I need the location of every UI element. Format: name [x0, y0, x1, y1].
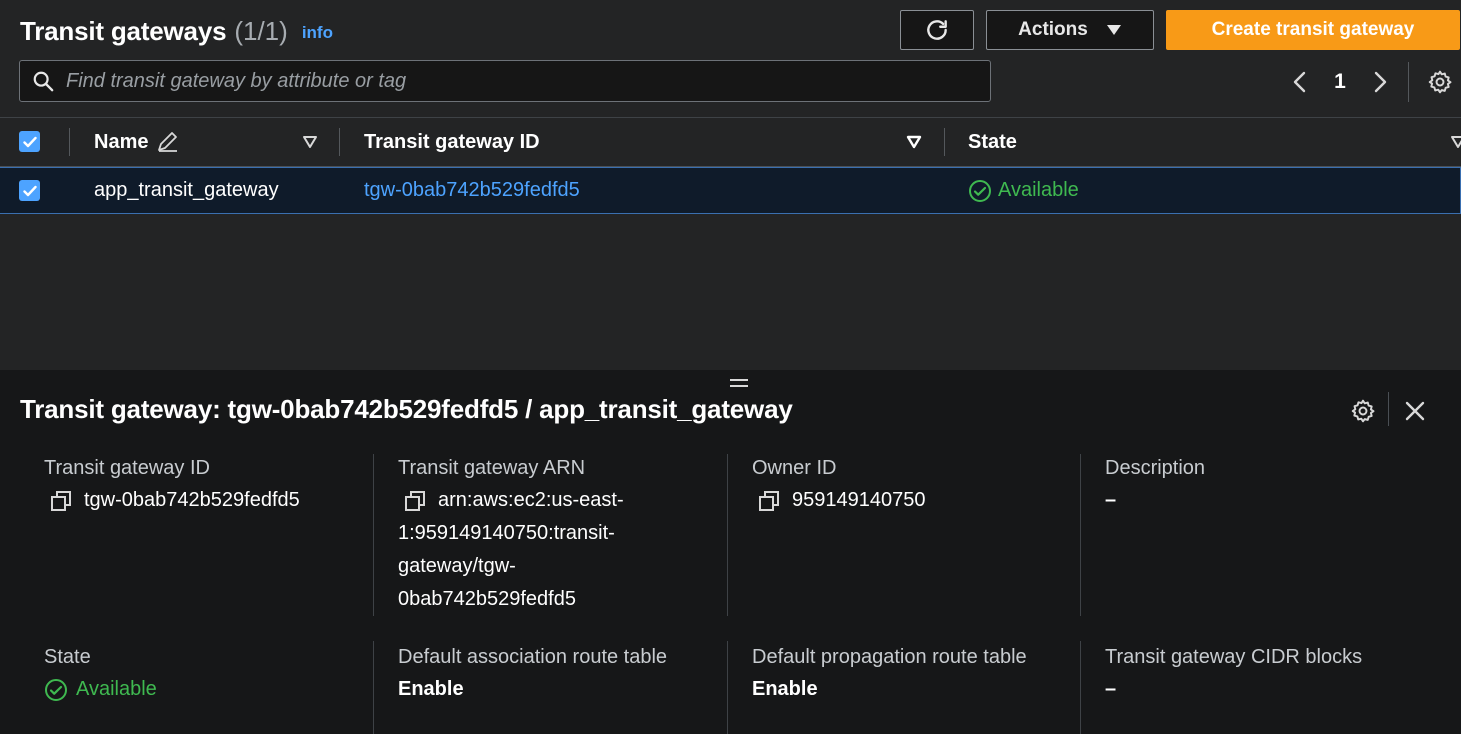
- edit-pencil-icon: [158, 132, 178, 152]
- row-name-cell: app_transit_gateway: [94, 179, 279, 201]
- search-icon: [33, 71, 54, 92]
- details-panel: Transit gateway: tgw-0bab742b529fedfd5 /…: [0, 370, 1461, 734]
- field-value: arn:aws:ec2:us-east- 1:959149140750:tran…: [398, 484, 728, 616]
- column-divider: [339, 128, 340, 156]
- check-circle-icon: [969, 179, 991, 202]
- field-value: tgw-0bab742b529fedfd5: [44, 484, 374, 517]
- field-label: Description: [1105, 457, 1206, 479]
- item-count: (1/1): [234, 15, 288, 46]
- field-label: Transit gateway ARN: [398, 457, 586, 479]
- cidr-blocks-value: –: [1105, 678, 1117, 700]
- table-header: Name Transit gateway ID State: [0, 117, 1461, 167]
- field-value: 959149140750: [752, 484, 1082, 517]
- pagination-divider: [1408, 62, 1409, 102]
- checkmark-icon: [22, 185, 37, 196]
- next-page-button[interactable]: [1364, 63, 1398, 101]
- resize-handle[interactable]: [730, 379, 748, 389]
- column-divider: [69, 128, 70, 156]
- page-header: Transit gateways (1/1) info: [20, 14, 333, 48]
- arn-line-3: gateway/tgw-: [398, 555, 516, 577]
- refresh-icon: [927, 20, 947, 40]
- field-description: Description –: [1105, 455, 1435, 517]
- chevron-left-icon: [1293, 71, 1306, 93]
- field-value: Available: [44, 673, 374, 706]
- details-preferences-button[interactable]: [1348, 396, 1378, 426]
- sort-down-icon[interactable]: [302, 134, 318, 150]
- field-transit-gateway-arn: Transit gateway ARN arn:aws:ec2:us-east-…: [398, 455, 728, 616]
- actions-dropdown[interactable]: Actions: [986, 10, 1154, 50]
- field-label: State: [44, 646, 91, 668]
- row-state-cell: Available: [968, 168, 1079, 213]
- search-input[interactable]: [66, 69, 966, 93]
- select-all-checkbox[interactable]: [19, 131, 40, 152]
- default-propagation-value: Enable: [752, 678, 818, 700]
- column-header-transit-gateway-id[interactable]: Transit gateway ID: [364, 118, 540, 166]
- search-bar[interactable]: [19, 60, 991, 102]
- actions-label: Actions: [1018, 19, 1088, 40]
- current-page-number[interactable]: 1: [1316, 70, 1364, 94]
- default-association-value: Enable: [398, 678, 464, 700]
- pagination: 1: [1282, 62, 1398, 102]
- field-transit-gateway-id: Transit gateway ID tgw-0bab742b529fedfd5: [44, 455, 374, 517]
- state-value: Available: [76, 678, 157, 700]
- field-label: Transit gateway ID: [44, 457, 210, 479]
- transit-gateway-id-value: tgw-0bab742b529fedfd5: [84, 489, 300, 511]
- sort-down-icon[interactable]: [1450, 134, 1461, 150]
- field-owner-id: Owner ID 959149140750: [752, 455, 1082, 517]
- column-header-state[interactable]: State: [968, 118, 1017, 166]
- field-label: Default association route table: [398, 646, 668, 668]
- checkmark-icon: [22, 136, 37, 147]
- info-link[interactable]: info: [302, 23, 333, 43]
- caret-down-icon: [1106, 25, 1121, 35]
- previous-page-button[interactable]: [1282, 63, 1316, 101]
- field-label: Transit gateway CIDR blocks: [1105, 646, 1363, 668]
- gear-icon: [1351, 399, 1375, 423]
- field-label: Owner ID: [752, 457, 837, 479]
- gear-icon: [1428, 70, 1452, 94]
- description-value: –: [1105, 489, 1117, 511]
- sort-down-icon[interactable]: [906, 134, 922, 150]
- details-title: Transit gateway: tgw-0bab742b529fedfd5 /…: [20, 394, 793, 424]
- page-title: Transit gateways: [20, 15, 227, 46]
- field-default-propagation-route-table: Default propagation route table Enable: [752, 644, 1082, 706]
- field-default-association-route-table: Default association route table Enable: [398, 644, 728, 706]
- refresh-button[interactable]: [900, 10, 974, 50]
- owner-id-value: 959149140750: [792, 489, 926, 511]
- transit-gateways-table-panel: Transit gateways (1/1) info Actions Crea…: [0, 0, 1461, 370]
- arn-line-4: 0bab742b529fedfd5: [398, 588, 576, 610]
- row-transit-gateway-id-link[interactable]: tgw-0bab742b529fedfd5: [364, 168, 580, 213]
- row-checkbox[interactable]: [19, 180, 40, 201]
- copy-icon[interactable]: [758, 490, 780, 512]
- field-transit-gateway-cidr-blocks: Transit gateway CIDR blocks –: [1105, 644, 1435, 706]
- copy-icon[interactable]: [50, 490, 72, 512]
- arn-line-1: arn:aws:ec2:us-east-: [438, 489, 624, 511]
- check-circle-icon: [45, 678, 67, 701]
- column-header-label: Name: [94, 130, 149, 153]
- details-header-divider: [1388, 392, 1389, 426]
- field-state: State Available: [44, 644, 374, 706]
- column-divider: [944, 128, 945, 156]
- close-details-button[interactable]: [1400, 396, 1430, 426]
- close-icon: [1405, 401, 1425, 421]
- copy-icon[interactable]: [404, 490, 426, 512]
- arn-line-2: 1:959149140750:transit-: [398, 522, 615, 544]
- chevron-right-icon: [1374, 71, 1387, 93]
- field-label: Default propagation route table: [752, 646, 1027, 668]
- create-transit-gateway-button[interactable]: Create transit gateway: [1166, 10, 1460, 50]
- column-header-name[interactable]: Name: [94, 118, 180, 166]
- table-preferences-button[interactable]: [1424, 66, 1456, 98]
- row-state-label: Available: [998, 179, 1079, 201]
- table-row[interactable]: app_transit_gateway tgw-0bab742b529fedfd…: [0, 167, 1461, 214]
